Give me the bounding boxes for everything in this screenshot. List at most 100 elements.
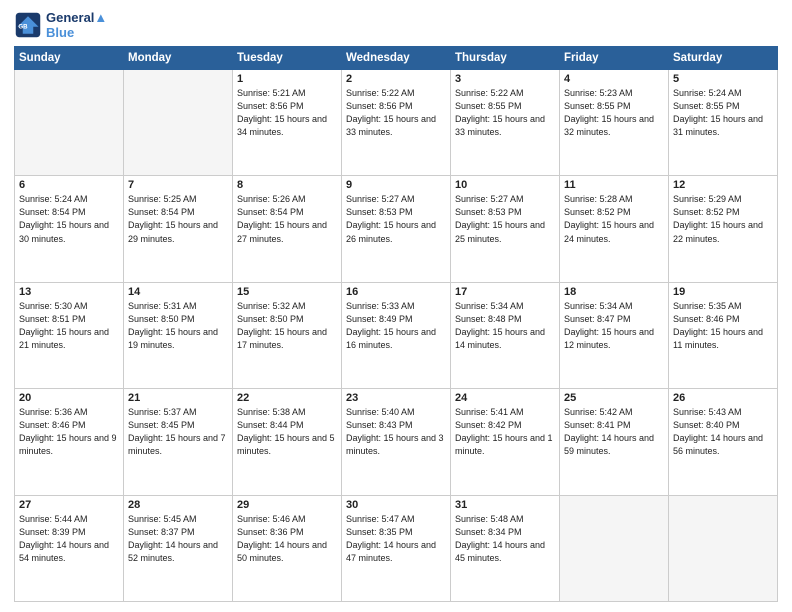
day-number: 16 (346, 286, 446, 298)
cell-info: Sunrise: 5:29 AMSunset: 8:52 PMDaylight:… (673, 193, 773, 245)
cell-info: Sunrise: 5:27 AMSunset: 8:53 PMDaylight:… (455, 193, 555, 245)
calendar-cell: 19 Sunrise: 5:35 AMSunset: 8:46 PMDayligh… (669, 282, 778, 388)
calendar-cell: 31Sunrise: 5:48 AMSunset: 8:34 PMDayligh… (451, 495, 560, 601)
day-number: 2 (346, 73, 446, 85)
logo: GB General▲ Blue (14, 10, 107, 40)
cell-info: Sunrise: 5:42 AMSunset: 8:41 PMDaylight:… (564, 406, 664, 458)
day-number: 25 (564, 392, 664, 404)
day-number: 19 (673, 286, 773, 298)
cell-info: Sunrise: 5:22 AMSunset: 8:56 PMDaylight:… (346, 87, 446, 139)
day-number: 17 (455, 286, 555, 298)
cell-info: Sunrise: 5:41 AMSunset: 8:42 PMDaylight:… (455, 406, 555, 458)
calendar-week-2: 13Sunrise: 5:30 AMSunset: 8:51 PMDayligh… (15, 282, 778, 388)
cell-info: Sunrise: 5:46 AMSunset: 8:36 PMDaylight:… (237, 513, 337, 565)
col-header-saturday: Saturday (669, 47, 778, 70)
col-header-thursday: Thursday (451, 47, 560, 70)
cell-info: Sunrise: 5:48 AMSunset: 8:34 PMDaylight:… (455, 513, 555, 565)
day-number: 20 (19, 392, 119, 404)
calendar-cell: 28 Sunrise: 5:45 AMSunset: 8:37 PMDayligh… (124, 495, 233, 601)
col-header-tuesday: Tuesday (233, 47, 342, 70)
calendar-cell: 5 Sunrise: 5:24 AMSunset: 8:55 PMDaylight… (669, 70, 778, 176)
calendar-cell: 29 Sunrise: 5:46 AMSunset: 8:36 PMDayligh… (233, 495, 342, 601)
cell-info: Sunrise: 5:43 AMSunset: 8:40 PMDaylight:… (673, 406, 773, 458)
cell-info: Sunrise: 5:27 AMSunset: 8:53 PMDaylight:… (346, 193, 446, 245)
calendar-cell (560, 495, 669, 601)
cell-info: Sunrise: 5:32 AMSunset: 8:50 PMDaylight:… (237, 300, 337, 352)
calendar-cell: 1Sunrise: 5:21 AMSunset: 8:56 PMDaylight… (233, 70, 342, 176)
day-number: 23 (346, 392, 446, 404)
day-number: 29 (237, 499, 337, 511)
calendar-week-0: 1Sunrise: 5:21 AMSunset: 8:56 PMDaylight… (15, 70, 778, 176)
cell-info: Sunrise: 5:28 AMSunset: 8:52 PMDaylight:… (564, 193, 664, 245)
logo-icon: GB (14, 11, 42, 39)
svg-text:GB: GB (18, 24, 28, 31)
col-header-sunday: Sunday (15, 47, 124, 70)
day-number: 26 (673, 392, 773, 404)
cell-info: Sunrise: 5:38 AMSunset: 8:44 PMDaylight:… (237, 406, 337, 458)
col-header-friday: Friday (560, 47, 669, 70)
day-number: 9 (346, 179, 446, 191)
cell-info: Sunrise: 5:22 AMSunset: 8:55 PMDaylight:… (455, 87, 555, 139)
day-number: 7 (128, 179, 228, 191)
day-number: 10 (455, 179, 555, 191)
calendar-cell (15, 70, 124, 176)
calendar-cell (669, 495, 778, 601)
calendar-cell: 30Sunrise: 5:47 AMSunset: 8:35 PMDayligh… (342, 495, 451, 601)
calendar-cell: 10 Sunrise: 5:27 AMSunset: 8:53 PMDayligh… (451, 176, 560, 282)
calendar-table: SundayMondayTuesdayWednesdayThursdayFrid… (14, 46, 778, 602)
col-header-monday: Monday (124, 47, 233, 70)
day-number: 8 (237, 179, 337, 191)
cell-info: Sunrise: 5:44 AMSunset: 8:39 PMDaylight:… (19, 513, 119, 565)
calendar-cell: 24 Sunrise: 5:41 AMSunset: 8:42 PMDayligh… (451, 389, 560, 495)
page: GB General▲ Blue SundayMondayTuesdayWedn… (0, 0, 792, 612)
cell-info: Sunrise: 5:34 AMSunset: 8:47 PMDaylight:… (564, 300, 664, 352)
calendar-cell: 11 Sunrise: 5:28 AMSunset: 8:52 PMDayligh… (560, 176, 669, 282)
day-number: 28 (128, 499, 228, 511)
day-number: 30 (346, 499, 446, 511)
cell-info: Sunrise: 5:26 AMSunset: 8:54 PMDaylight:… (237, 193, 337, 245)
day-number: 6 (19, 179, 119, 191)
day-number: 11 (564, 179, 664, 191)
cell-info: Sunrise: 5:24 AMSunset: 8:55 PMDaylight:… (673, 87, 773, 139)
calendar-cell: 27Sunrise: 5:44 AMSunset: 8:39 PMDayligh… (15, 495, 124, 601)
calendar-cell: 13Sunrise: 5:30 AMSunset: 8:51 PMDayligh… (15, 282, 124, 388)
calendar-cell: 2 Sunrise: 5:22 AMSunset: 8:56 PMDaylight… (342, 70, 451, 176)
calendar-cell (124, 70, 233, 176)
calendar-cell: 9 Sunrise: 5:27 AMSunset: 8:53 PMDaylight… (342, 176, 451, 282)
day-number: 21 (128, 392, 228, 404)
cell-info: Sunrise: 5:40 AMSunset: 8:43 PMDaylight:… (346, 406, 446, 458)
calendar-cell: 20Sunrise: 5:36 AMSunset: 8:46 PMDayligh… (15, 389, 124, 495)
calendar-cell: 16 Sunrise: 5:33 AMSunset: 8:49 PMDayligh… (342, 282, 451, 388)
calendar-cell: 3Sunrise: 5:22 AMSunset: 8:55 PMDaylight… (451, 70, 560, 176)
cell-info: Sunrise: 5:23 AMSunset: 8:55 PMDaylight:… (564, 87, 664, 139)
cell-info: Sunrise: 5:34 AMSunset: 8:48 PMDaylight:… (455, 300, 555, 352)
logo-text: General▲ Blue (46, 10, 107, 40)
day-number: 5 (673, 73, 773, 85)
cell-info: Sunrise: 5:45 AMSunset: 8:37 PMDaylight:… (128, 513, 228, 565)
calendar-cell: 8 Sunrise: 5:26 AMSunset: 8:54 PMDaylight… (233, 176, 342, 282)
cell-info: Sunrise: 5:25 AMSunset: 8:54 PMDaylight:… (128, 193, 228, 245)
cell-info: Sunrise: 5:31 AMSunset: 8:50 PMDaylight:… (128, 300, 228, 352)
day-number: 22 (237, 392, 337, 404)
cell-info: Sunrise: 5:35 AMSunset: 8:46 PMDaylight:… (673, 300, 773, 352)
col-header-wednesday: Wednesday (342, 47, 451, 70)
cell-info: Sunrise: 5:33 AMSunset: 8:49 PMDaylight:… (346, 300, 446, 352)
calendar-cell: 15 Sunrise: 5:32 AMSunset: 8:50 PMDayligh… (233, 282, 342, 388)
cell-info: Sunrise: 5:24 AMSunset: 8:54 PMDaylight:… (19, 193, 119, 245)
calendar-cell: 14Sunrise: 5:31 AMSunset: 8:50 PMDayligh… (124, 282, 233, 388)
calendar-cell: 18 Sunrise: 5:34 AMSunset: 8:47 PMDayligh… (560, 282, 669, 388)
day-number: 13 (19, 286, 119, 298)
calendar-cell: 6 Sunrise: 5:24 AMSunset: 8:54 PMDaylight… (15, 176, 124, 282)
calendar-cell: 23 Sunrise: 5:40 AMSunset: 8:43 PMDayligh… (342, 389, 451, 495)
calendar-cell: 4 Sunrise: 5:23 AMSunset: 8:55 PMDaylight… (560, 70, 669, 176)
calendar-cell: 12Sunrise: 5:29 AMSunset: 8:52 PMDayligh… (669, 176, 778, 282)
calendar-week-1: 6 Sunrise: 5:24 AMSunset: 8:54 PMDaylight… (15, 176, 778, 282)
calendar-week-4: 27Sunrise: 5:44 AMSunset: 8:39 PMDayligh… (15, 495, 778, 601)
calendar-cell: 21Sunrise: 5:37 AMSunset: 8:45 PMDayligh… (124, 389, 233, 495)
day-number: 4 (564, 73, 664, 85)
cell-info: Sunrise: 5:21 AMSunset: 8:56 PMDaylight:… (237, 87, 337, 139)
day-number: 15 (237, 286, 337, 298)
day-number: 18 (564, 286, 664, 298)
calendar-cell: 22 Sunrise: 5:38 AMSunset: 8:44 PMDayligh… (233, 389, 342, 495)
day-number: 24 (455, 392, 555, 404)
